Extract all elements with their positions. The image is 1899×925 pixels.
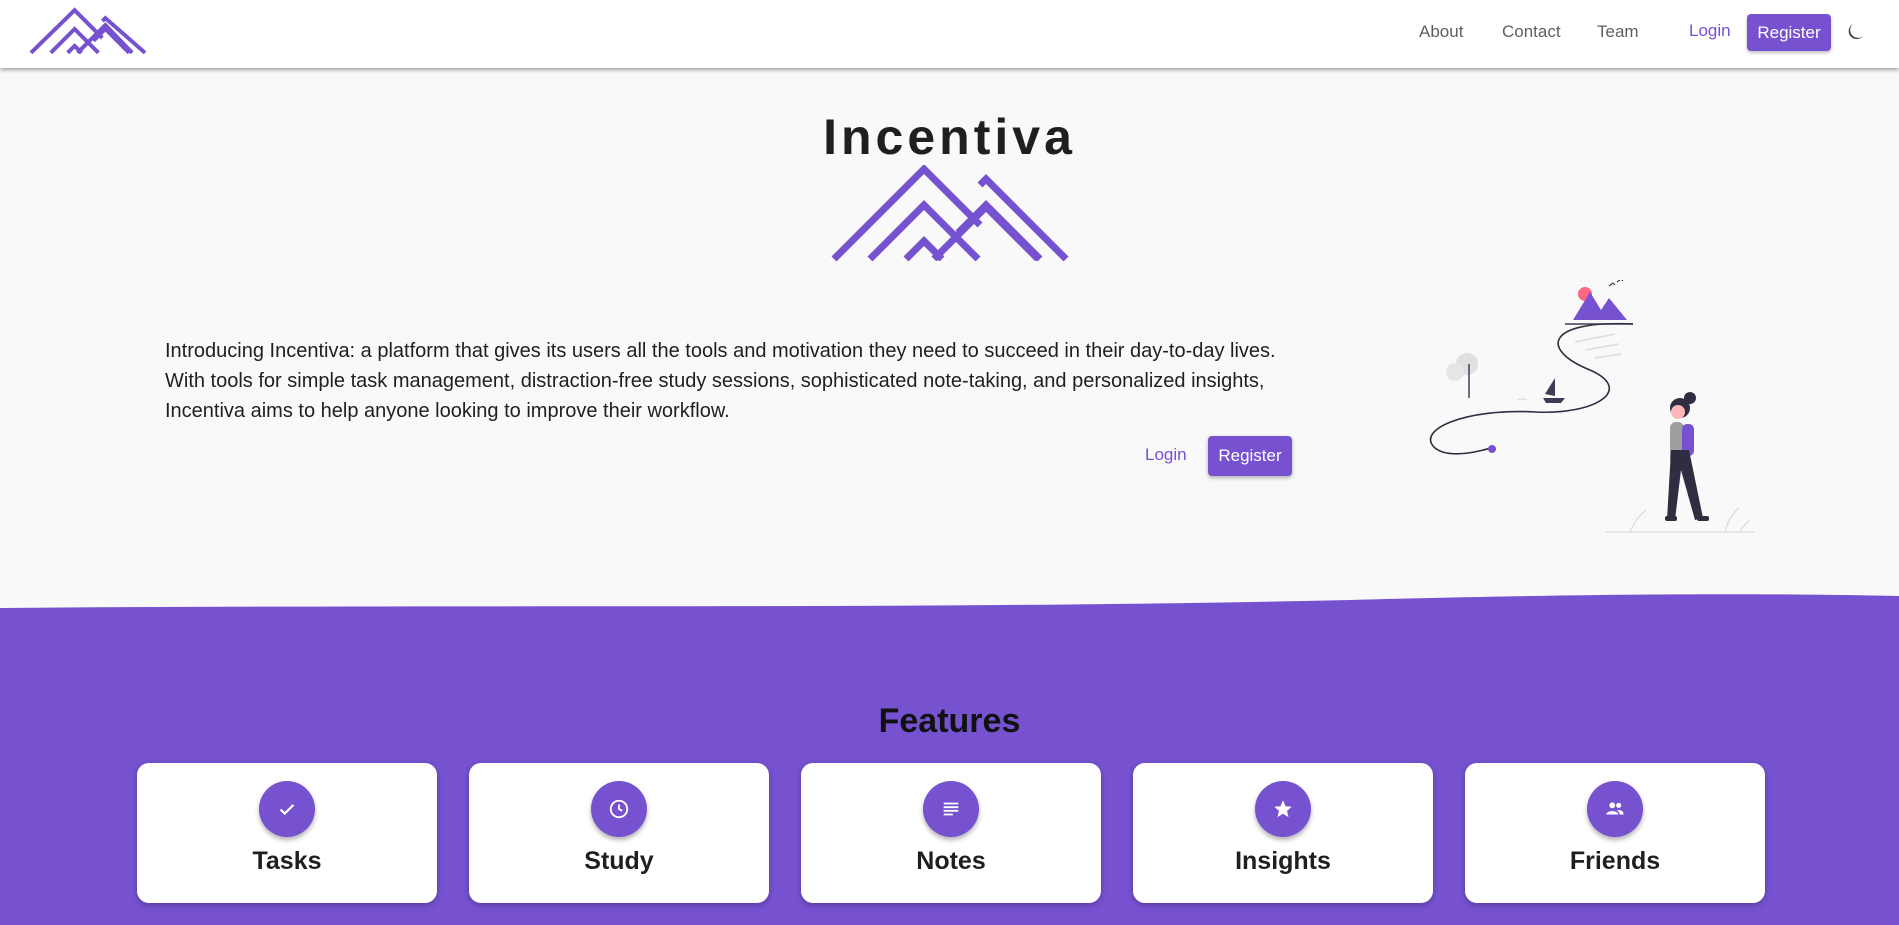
incentiva-logo-icon <box>831 165 1069 261</box>
nav-link-contact[interactable]: Contact <box>1502 22 1561 42</box>
star-icon <box>1255 781 1311 837</box>
check-icon <box>259 781 315 837</box>
incentiva-logo-icon[interactable] <box>28 6 148 54</box>
feature-card-notes[interactable]: Notes <box>801 763 1101 903</box>
nav-link-team[interactable]: Team <box>1597 22 1639 42</box>
journey-illustration <box>1429 280 1755 533</box>
feature-card-label: Study <box>584 847 654 875</box>
feature-card-study[interactable]: Study <box>469 763 769 903</box>
hero-register-button[interactable]: Register <box>1208 436 1292 476</box>
feature-card-tasks[interactable]: Tasks <box>137 763 437 903</box>
intro-line: Incentiva aims to help anyone looking to… <box>165 400 730 422</box>
hero-login-button[interactable]: Login <box>1145 445 1187 465</box>
navbar: About Contact Team Login Register <box>0 0 1899 68</box>
notes-icon <box>923 781 979 837</box>
feature-card-friends[interactable]: Friends <box>1465 763 1765 903</box>
intro-paragraph: Introducing Incentiva: a platform that g… <box>165 336 1305 426</box>
feature-card-label: Notes <box>916 847 986 875</box>
intro-line: With tools for simple task management, d… <box>165 370 1265 392</box>
nav-link-about[interactable]: About <box>1419 22 1463 42</box>
clock-icon <box>591 781 647 837</box>
nav-register-button[interactable]: Register <box>1747 14 1831 51</box>
feature-card-insights[interactable]: Insights <box>1133 763 1433 903</box>
features-title: Features <box>878 702 1021 740</box>
moon-icon[interactable] <box>1845 22 1865 42</box>
feature-card-label: Friends <box>1569 847 1661 875</box>
hero-title: Incentiva <box>823 109 1076 165</box>
intro-line: Introducing Incentiva: a platform that g… <box>165 340 1276 362</box>
feature-card-label: Insights <box>1235 847 1331 875</box>
nav-login-button[interactable]: Login <box>1689 21 1731 41</box>
people-icon <box>1587 781 1643 837</box>
feature-card-label: Tasks <box>252 847 322 875</box>
